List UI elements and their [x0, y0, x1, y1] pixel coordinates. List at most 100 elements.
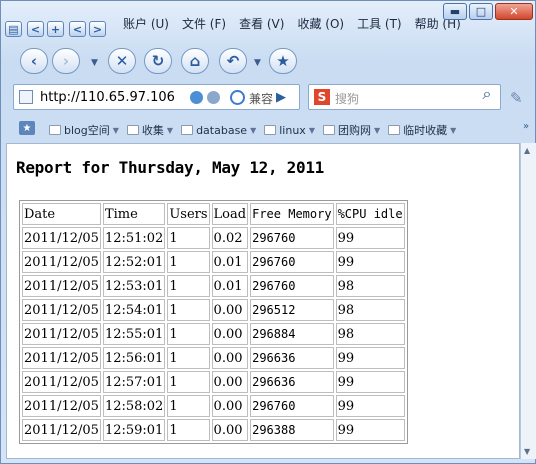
edit-pen-icon[interactable]: ✎	[510, 89, 526, 107]
table-cell: 12:55:01	[102, 323, 166, 345]
table-cell: 0.00	[211, 419, 249, 441]
table-row: 2011/12/05 12:57:01 1 0.00 296636 99	[22, 371, 405, 393]
table-row: 2011/12/05 12:56:01 1 0.00 296636 99	[22, 347, 405, 369]
table-cell: 1	[167, 371, 210, 393]
forward-icon[interactable]: ›	[52, 48, 80, 74]
bookmark-folder[interactable]: blog空间 ▼	[49, 122, 119, 138]
scroll-up-icon[interactable]: ▲	[524, 146, 530, 155]
compat-mode-icon[interactable]	[230, 90, 245, 105]
scroll-down-icon[interactable]: ▼	[524, 447, 530, 456]
table-cell: 2011/12/05	[22, 395, 101, 417]
table-cell: 1	[167, 251, 210, 273]
table-cell: 2011/12/05	[22, 419, 101, 441]
home-icon[interactable]: ⌂	[181, 48, 209, 74]
app-menu-icon[interactable]: ▤	[5, 21, 22, 37]
address-url[interactable]: http://110.65.97.106	[40, 90, 188, 105]
search-box[interactable]: S 搜狗	[308, 84, 501, 110]
maximize-icon[interactable]: □	[469, 3, 493, 20]
table-cell: 0.00	[211, 347, 249, 369]
folder-icon	[49, 125, 61, 135]
table-cell: 0.00	[211, 371, 249, 393]
table-cell: 98	[335, 275, 405, 297]
search-icon[interactable]: ⌕	[475, 83, 499, 105]
folder-icon	[388, 125, 401, 135]
vertical-scrollbar[interactable]: ▲ ▼	[520, 143, 536, 459]
chevron-down-icon: ▼	[112, 125, 119, 135]
table-cell: 296636	[250, 371, 334, 393]
bookmark-label: 团购网	[337, 124, 371, 137]
refresh-icon[interactable]: ↻	[144, 48, 172, 74]
table-row: 2011/12/05 12:59:01 1 0.00 296388 99	[22, 419, 405, 441]
menu-bar: ▤ < + < > 账户 (U) 文件 (F) 查看 (V) 收藏 (O) 工具…	[1, 1, 535, 41]
undo-dropdown-icon[interactable]: ▼	[254, 58, 261, 68]
table-row: 2011/12/05 12:52:01 1 0.01 296760 99	[22, 251, 405, 273]
history-dropdown-icon[interactable]: ▼	[91, 58, 98, 68]
folder-icon	[181, 125, 194, 135]
table-cell: 12:51:02	[102, 227, 166, 249]
menu-item-favorites[interactable]: 收藏 (O)	[297, 15, 344, 32]
close-window-icon[interactable]: ✕	[495, 3, 533, 20]
nav-toolbar: ‹ › ▼ ✕ ↻ ⌂ ↶ ▼ ★	[1, 45, 535, 77]
table-cell: 2011/12/05	[22, 251, 101, 273]
security-icon[interactable]	[190, 91, 203, 104]
column-header: Load	[211, 203, 249, 225]
go-icon[interactable]: ▶	[269, 87, 293, 107]
table-cell: 1	[167, 419, 210, 441]
chevron-down-icon: ▼	[250, 125, 257, 135]
table-cell: 12:59:01	[102, 419, 166, 441]
table-cell: 0.00	[211, 395, 249, 417]
menu-item-file[interactable]: 文件 (F)	[182, 15, 226, 32]
chevron-down-icon: ▼	[308, 125, 315, 135]
bookmark-label: database	[196, 123, 248, 137]
chevron-down-icon: ▼	[450, 125, 457, 135]
tab-left-icon[interactable]: <	[69, 21, 86, 37]
more-bookmarks-icon[interactable]: »	[523, 121, 529, 132]
table-cell: 0.00	[211, 323, 249, 345]
menu-item-account[interactable]: 账户 (U)	[123, 15, 169, 32]
undo-close-icon[interactable]: ↶	[219, 48, 247, 74]
table-cell: 0.01	[211, 275, 249, 297]
chevron-down-icon: ▼	[373, 125, 381, 135]
address-dropdown-icon[interactable]	[207, 91, 220, 104]
table-cell: 12:52:01	[102, 251, 166, 273]
tab-right-icon[interactable]: >	[89, 21, 106, 37]
bookmark-folder[interactable]: linux ▼	[264, 122, 315, 138]
folder-icon	[126, 125, 139, 135]
table-cell: 1	[167, 323, 210, 345]
address-bar[interactable]: http://110.65.97.106 兼容	[13, 84, 300, 110]
table-cell: 0.01	[211, 251, 249, 273]
minimize-icon[interactable]: ▬	[443, 3, 467, 20]
bookmark-label: linux	[279, 123, 306, 137]
column-header: Free Memory	[250, 203, 334, 225]
menu-item-tools[interactable]: 工具 (T)	[357, 15, 402, 32]
browser-window: ▤ < + < > 账户 (U) 文件 (F) 查看 (V) 收藏 (O) 工具…	[0, 0, 536, 464]
table-row: 2011/12/05 12:51:02 1 0.02 296760 99	[22, 227, 405, 249]
bookmark-folder[interactable]: 收集 ▼	[126, 122, 173, 138]
table-cell: 2011/12/05	[22, 323, 101, 345]
table-cell: 2011/12/05	[22, 371, 101, 393]
menu-item-view[interactable]: 查看 (V)	[239, 15, 284, 32]
stop-icon[interactable]: ✕	[108, 48, 136, 74]
folder-icon	[264, 125, 277, 135]
bookmark-folder[interactable]: 团购网 ▼	[322, 122, 381, 138]
table-cell: 2011/12/05	[22, 299, 101, 321]
favorite-star-icon[interactable]: ★	[269, 48, 297, 74]
back-tab-icon[interactable]: <	[27, 21, 44, 37]
back-icon[interactable]: ‹	[20, 48, 48, 74]
new-tab-icon[interactable]: +	[47, 21, 64, 37]
page-title: Report for Thursday, May 12, 2011	[16, 158, 324, 177]
bookmark-folder[interactable]: database ▼	[181, 122, 256, 138]
table-cell: 2011/12/05	[22, 227, 101, 249]
sogou-logo-icon[interactable]: S	[314, 89, 330, 105]
column-header: Time	[102, 203, 166, 225]
table-cell: 99	[335, 227, 405, 249]
add-bookmark-icon[interactable]: ★	[19, 121, 35, 135]
table-cell: 99	[335, 251, 405, 273]
page-icon	[19, 90, 33, 104]
table-cell: 2011/12/05	[22, 275, 101, 297]
search-input[interactable]: 搜狗	[335, 90, 359, 107]
table-cell: 1	[167, 227, 210, 249]
table-cell: 296388	[250, 419, 334, 441]
table-row: 2011/12/05 12:53:01 1 0.01 296760 98	[22, 275, 405, 297]
bookmark-folder[interactable]: 临时收藏 ▼	[388, 122, 456, 138]
